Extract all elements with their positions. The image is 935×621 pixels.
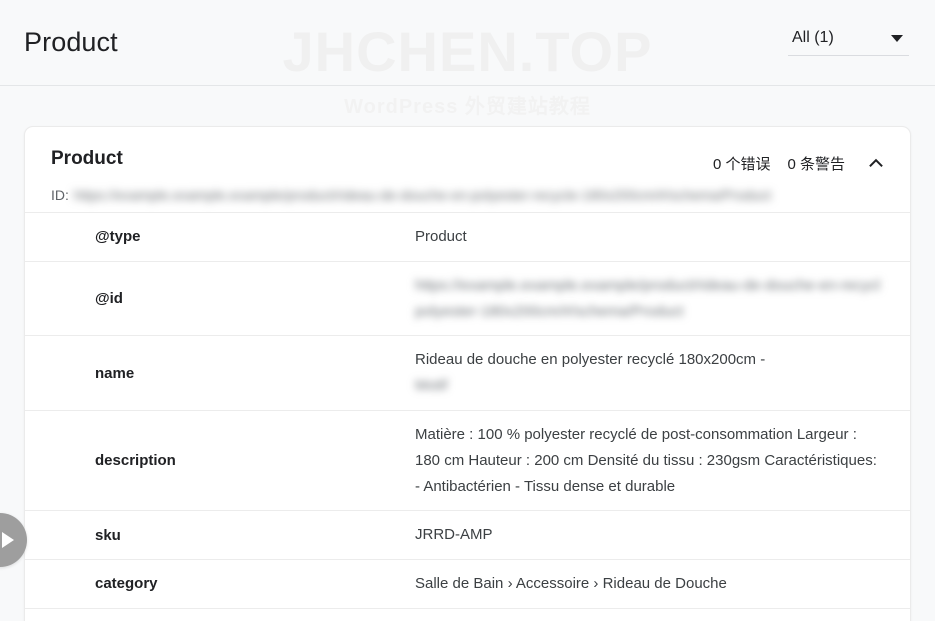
result-filter-dropdown[interactable]: All (1) <box>788 29 909 56</box>
table-row: description Matière : 100 % polyester re… <box>25 410 910 511</box>
property-table-body: @type Product @id https://example.exampl… <box>25 213 910 621</box>
property-value: JRRD-AMP <box>415 526 493 544</box>
property-key: @id <box>95 289 123 307</box>
watermark-sub-text: WordPress 外贸建站教程 <box>344 96 591 118</box>
structured-data-result-card: Product 0 个错误 0 条警告 ID: https://example.… <box>24 126 911 621</box>
property-value: https://example.example.example/product/… <box>415 261 910 336</box>
structured-data-property-table: @type Product @id https://example.exampl… <box>25 213 910 621</box>
card-title: Product <box>51 148 123 169</box>
page-title: Product <box>24 27 118 57</box>
result-filter-dropdown-row[interactable]: All (1) <box>788 29 909 55</box>
card-id-label: ID: <box>51 187 69 203</box>
property-value-text: Rideau de douche en polyester recyclé 18… <box>415 351 766 369</box>
property-key: name <box>95 364 135 382</box>
table-row: name Rideau de douche en polyester recyc… <box>25 336 910 411</box>
property-value: Product <box>415 228 467 245</box>
table-row: category Salle de Bain › Accessoire › Ri… <box>25 560 910 609</box>
result-filter-underline <box>788 55 909 56</box>
result-filter-selected-label: All (1) <box>792 29 834 46</box>
card-header: Product 0 个错误 0 条警告 <box>25 127 910 175</box>
error-count-label: 0 个错误 <box>712 155 771 173</box>
property-value-blurred-line: polyester-180x200cm/#/schema/Product <box>415 302 684 320</box>
card-id-row: ID: https://example.example.example/prod… <box>25 175 910 213</box>
warning-count-label: 0 条警告 <box>787 155 845 173</box>
property-value-blurred-line: Motif <box>415 377 448 395</box>
table-row: mainEntityOfPage <box>25 608 910 621</box>
chevron-up-icon[interactable] <box>864 151 888 175</box>
card-header-row: Product 0 个错误 0 条警告 <box>51 145 888 175</box>
property-value <box>415 608 910 621</box>
table-row: sku JRRD-AMP <box>25 511 910 560</box>
table-row: @type Product <box>25 213 910 262</box>
property-value: Matière : 100 % polyester recyclé de pos… <box>415 425 877 495</box>
property-value: Salle de Bain › Accessoire › Rideau de D… <box>415 575 727 593</box>
play-arrow-right-icon[interactable] <box>0 513 27 567</box>
property-value: Rideau de douche en polyester recyclé 18… <box>415 336 910 411</box>
property-key: sku <box>95 526 121 544</box>
page-header: Product All (1) <box>0 0 935 86</box>
property-key: @type <box>95 228 141 246</box>
property-key: category <box>95 575 158 593</box>
property-value-blurred-line: https://example.example.example/product/… <box>415 276 880 294</box>
property-key: mainEntityOfPage <box>25 608 415 621</box>
table-row: @id https://example.example.example/prod… <box>25 261 910 336</box>
card-id-value: https://example.example.example/product/… <box>73 187 772 203</box>
triangle-right-glyph <box>2 532 14 548</box>
property-key: description <box>95 452 176 470</box>
card-header-status-group: 0 个错误 0 条警告 <box>713 145 888 175</box>
chevron-down-icon <box>891 34 903 42</box>
